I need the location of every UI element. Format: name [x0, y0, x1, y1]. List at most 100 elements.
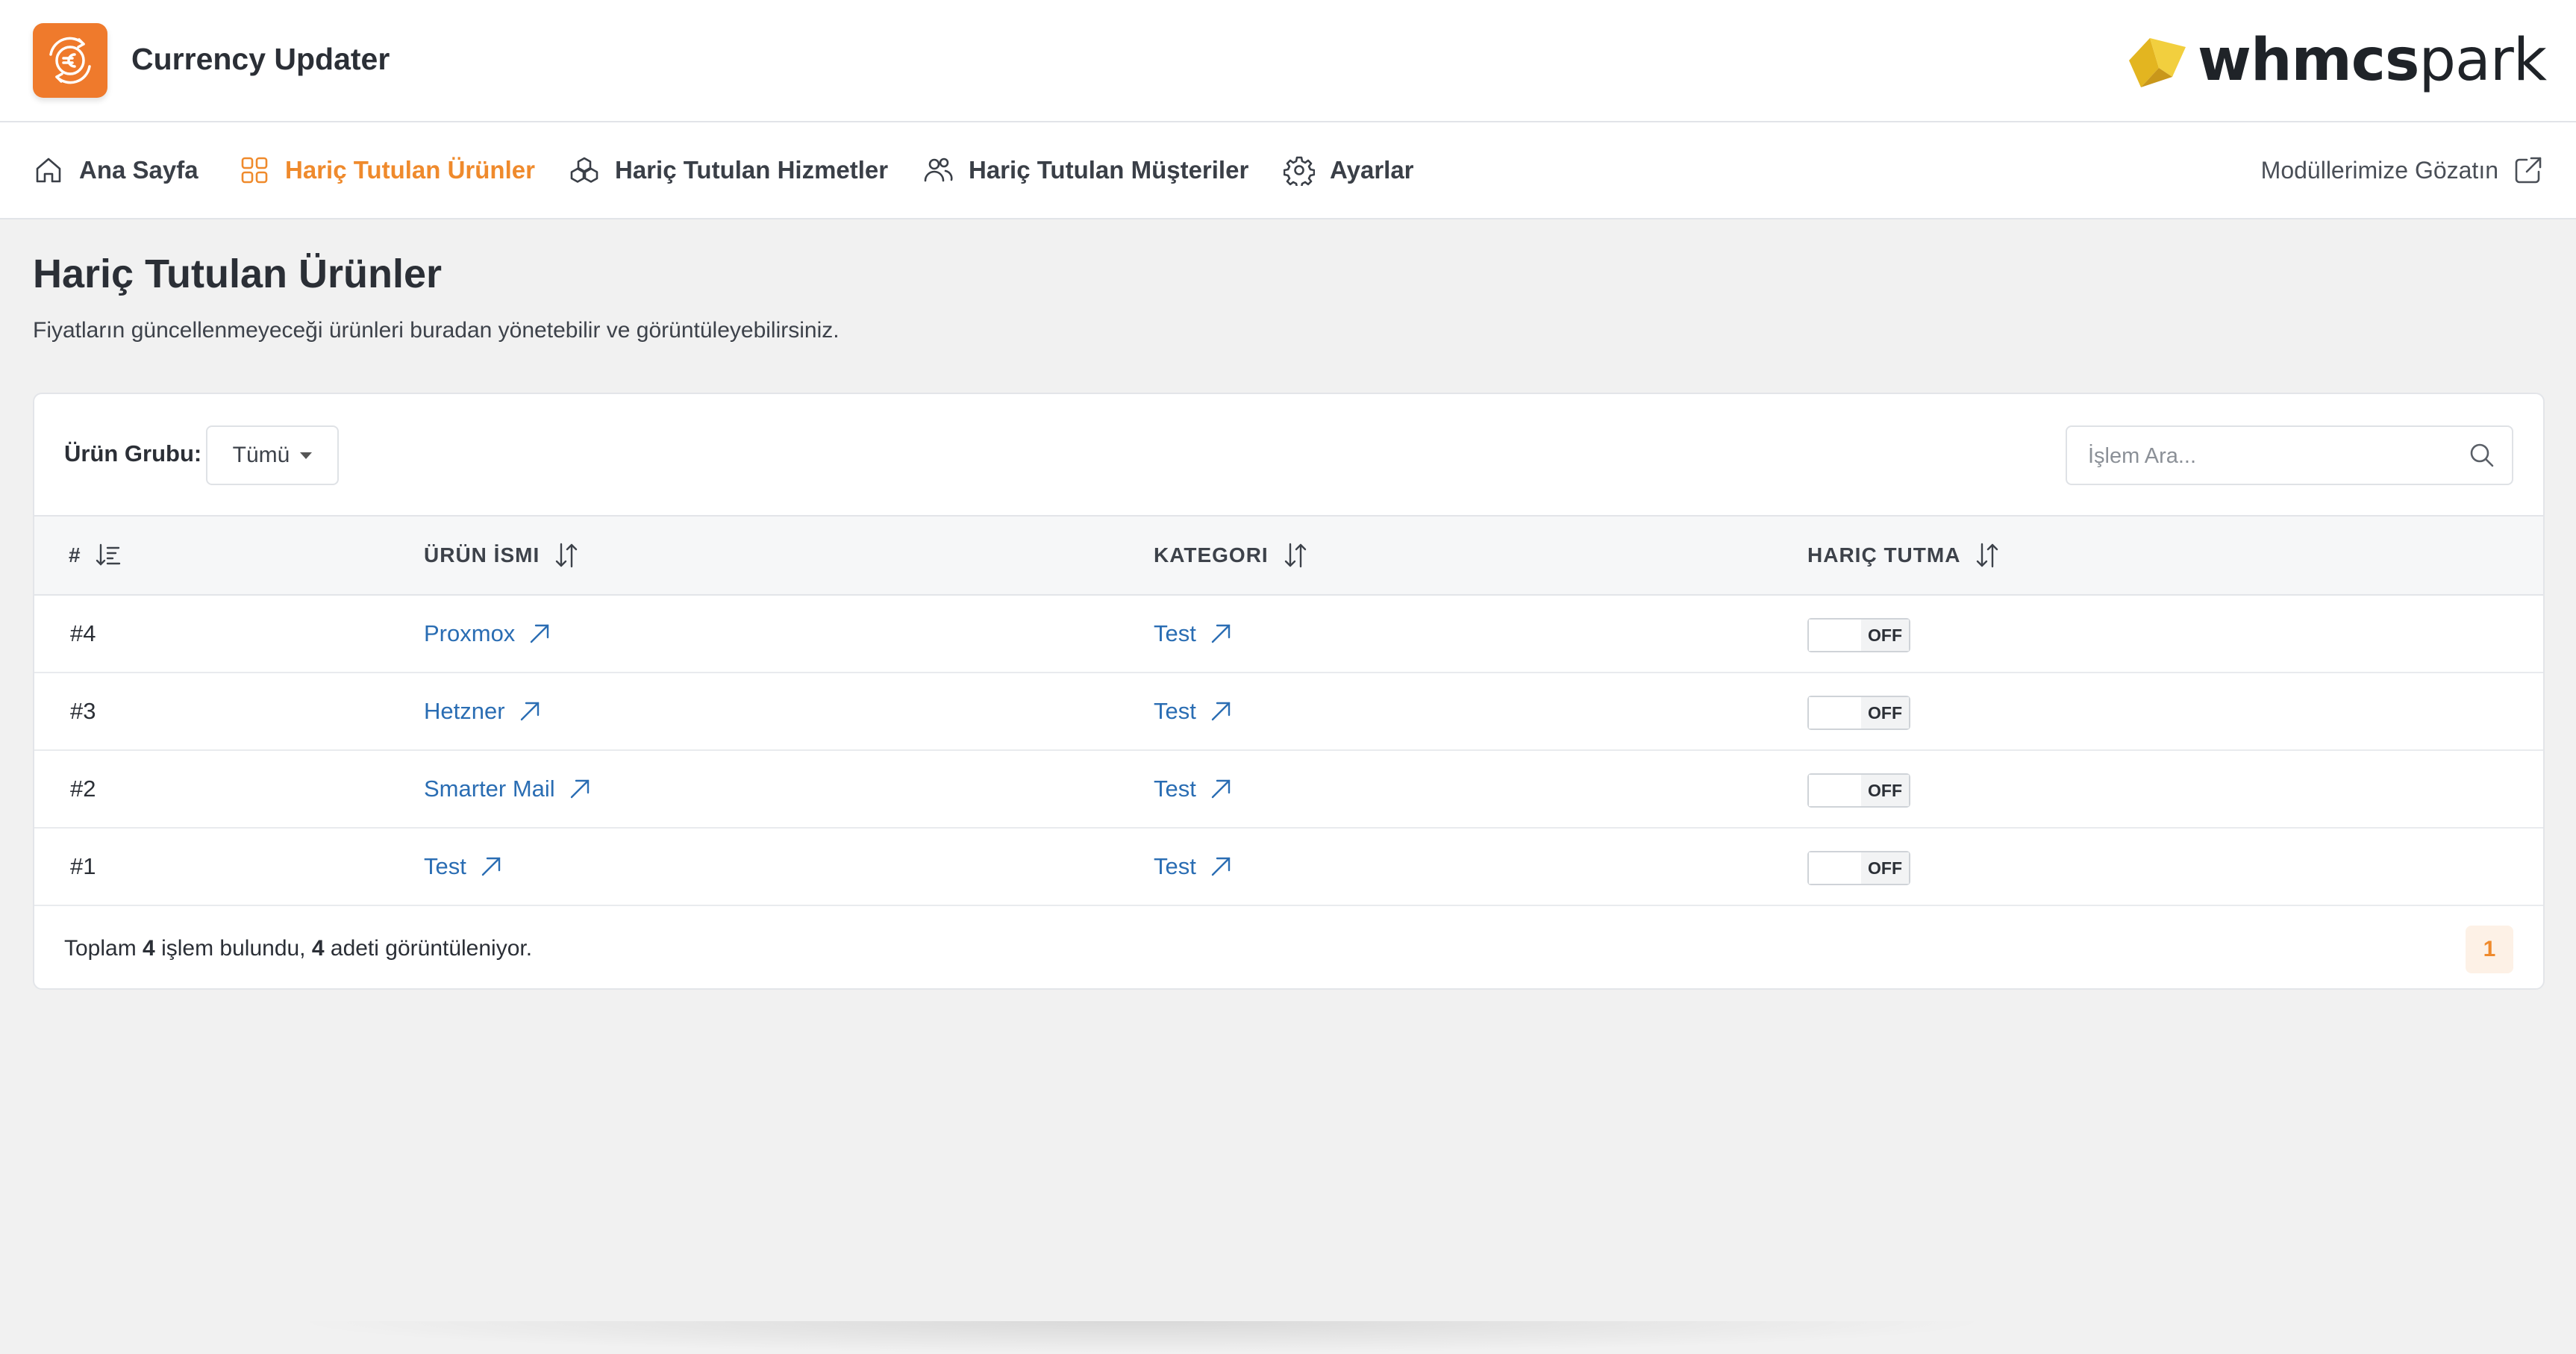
search-input[interactable]	[2086, 427, 2448, 485]
exclusion-toggle[interactable]: OFF	[1807, 696, 1910, 730]
summary-shown: 4	[311, 936, 325, 961]
sort-icon	[556, 543, 578, 568]
column-header-label: HARIÇ TUTMA	[1807, 543, 1961, 567]
pagination-page-button[interactable]: 1	[2466, 926, 2513, 973]
summary-middle: işlem bulundu,	[154, 936, 312, 961]
search-icon[interactable]	[2467, 440, 2497, 470]
page-title: Hariç Tutulan Ürünler	[33, 252, 443, 296]
home-icon	[36, 157, 61, 183]
table-row: #1 Test Test OFF	[34, 829, 2543, 906]
category-name: Test	[1154, 698, 1196, 724]
table-row: #3 Hetzner Test OFF	[34, 673, 2543, 751]
browse-modules-link[interactable]: Modüllerimize Gözatın	[2261, 122, 2545, 218]
nav-label: Hariç Tutulan Müşteriler	[969, 156, 1249, 184]
column-header-category[interactable]: KATEGORI	[1154, 517, 1309, 594]
window-shadow	[284, 1321, 2000, 1354]
nav-label: Ayarlar	[1330, 156, 1414, 184]
product-link[interactable]: Test	[424, 829, 504, 905]
category-name: Test	[1154, 620, 1196, 646]
external-link-icon	[2515, 157, 2542, 184]
column-header-label: #	[69, 543, 81, 567]
product-name: Test	[424, 853, 466, 879]
product-group-value: Tümü	[232, 443, 290, 467]
services-icon	[570, 157, 598, 183]
external-link-label: Modüllerimize Gözatın	[2260, 156, 2498, 184]
users-icon	[924, 157, 953, 182]
arrow-up-right-icon	[531, 624, 549, 643]
arrow-up-right-icon	[520, 702, 539, 721]
product-name: Proxmox	[424, 620, 516, 646]
table-row: #2 Smarter Mail Test OFF	[34, 751, 2543, 829]
column-header-exclusion[interactable]: HARIÇ TUTMA	[1807, 517, 2001, 594]
row-id: #3	[70, 698, 96, 724]
row-id: #1	[70, 853, 96, 879]
app-header: Currency Updater whmcspark	[0, 0, 2576, 122]
nav-item-excluded-products[interactable]: Hariç Tutulan Ürünler	[239, 122, 535, 218]
table-row: #4 Proxmox Test OFF	[34, 596, 2543, 673]
arrow-up-right-icon	[1211, 624, 1231, 643]
product-link[interactable]: Proxmox	[424, 596, 552, 672]
caret-down-icon	[300, 452, 313, 459]
column-header-label: KATEGORI	[1154, 543, 1269, 567]
column-header-id[interactable]: #	[69, 517, 122, 594]
arrow-up-right-icon	[1211, 779, 1231, 799]
arrow-up-right-icon	[1211, 702, 1231, 721]
app-title: Currency Updater	[131, 42, 390, 76]
toggle-label: OFF	[1861, 775, 1909, 806]
sort-icon	[1284, 543, 1306, 568]
brand-wordmark: whmcspark	[2197, 27, 2547, 94]
products-card: Ürün Grubu: Tümü # ÜRÜN İSMI KATEGORI	[33, 393, 2545, 990]
arrow-up-right-icon	[481, 857, 501, 876]
toggle-knob	[1809, 620, 1863, 651]
row-id: #2	[70, 776, 96, 802]
summary-prefix: Toplam	[64, 936, 143, 961]
nav-label: Ana Sayfa	[79, 156, 198, 184]
row-id: #4	[70, 620, 96, 646]
grid-icon	[241, 157, 268, 184]
summary-suffix: adeti görüntüleniyor.	[324, 936, 533, 961]
exclusion-toggle[interactable]: OFF	[1807, 618, 1910, 652]
nav-label: Hariç Tutulan Ürünler	[285, 156, 535, 184]
toggle-knob	[1809, 697, 1863, 729]
arrow-up-right-icon	[570, 779, 589, 799]
nav-label: Hariç Tutulan Hizmetler	[615, 156, 889, 184]
sort-icon	[1977, 543, 1998, 568]
product-link[interactable]: Hetzner	[424, 673, 543, 749]
toggle-label: OFF	[1861, 852, 1909, 884]
category-name: Test	[1154, 776, 1196, 802]
product-name: Smarter Mail	[424, 776, 555, 802]
summary-total: 4	[143, 936, 155, 961]
product-name: Hetzner	[424, 698, 505, 724]
brand-mark-icon	[2128, 38, 2186, 87]
page-subtitle: Fiyatların güncellenmeyeceği ürünleri bu…	[33, 318, 840, 343]
search-box[interactable]	[2066, 425, 2513, 485]
arrow-up-right-icon	[1211, 857, 1231, 876]
product-group-label: Ürün Grubu:	[64, 440, 202, 467]
category-link[interactable]: Test	[1154, 673, 1234, 749]
exclusion-toggle[interactable]: OFF	[1807, 851, 1910, 885]
toggle-knob	[1809, 852, 1863, 884]
gear-icon	[1284, 156, 1315, 186]
exclusion-toggle[interactable]: OFF	[1807, 773, 1910, 808]
nav-item-home[interactable]: Ana Sayfa	[33, 122, 198, 218]
table-header: # ÜRÜN İSMI KATEGORI HARIÇ TUTMA	[34, 515, 2543, 596]
nav-item-settings[interactable]: Ayarlar	[1284, 122, 1414, 218]
toggle-label: OFF	[1861, 697, 1909, 729]
category-link[interactable]: Test	[1154, 751, 1234, 827]
brand-logo[interactable]: whmcspark	[2128, 27, 2547, 94]
product-group-select[interactable]: Tümü	[206, 425, 339, 485]
main-nav: Ana Sayfa Hariç Tutulan Ürünler Hariç Tu…	[0, 122, 2576, 219]
column-header-label: ÜRÜN İSMI	[424, 543, 540, 567]
sort-descending-icon	[96, 543, 120, 566]
product-link[interactable]: Smarter Mail	[424, 751, 593, 827]
category-link[interactable]: Test	[1154, 829, 1234, 905]
results-summary: Toplam 4 işlem bulundu, 4 adeti görüntül…	[64, 936, 532, 961]
category-link[interactable]: Test	[1154, 596, 1234, 672]
column-header-product-name[interactable]: ÜRÜN İSMI	[424, 517, 580, 594]
category-name: Test	[1154, 853, 1196, 879]
toggle-label: OFF	[1861, 620, 1909, 651]
currency-exchange-icon[interactable]	[33, 23, 107, 98]
nav-item-excluded-customers[interactable]: Hariç Tutulan Müşteriler	[922, 122, 1248, 218]
nav-item-excluded-services[interactable]: Hariç Tutulan Hizmetler	[569, 122, 888, 218]
toggle-knob	[1809, 775, 1863, 806]
